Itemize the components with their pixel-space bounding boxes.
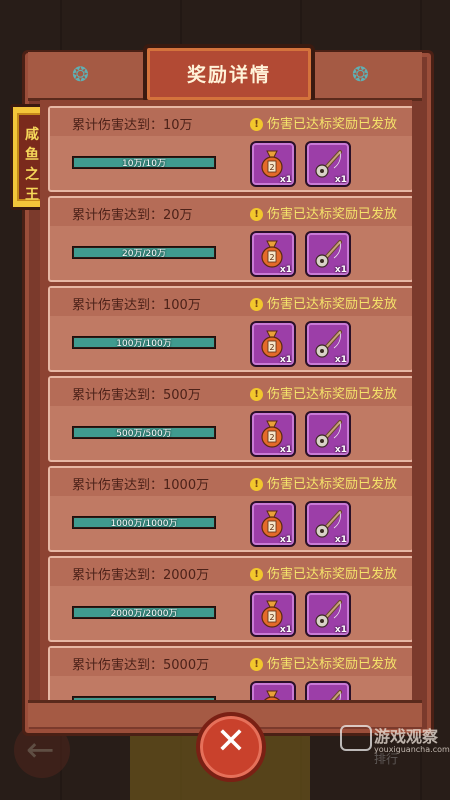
reward-slot[interactable]: 2 x1 [250, 141, 296, 187]
progress-text: 1000万/1000万 [110, 519, 178, 529]
reward-slot[interactable]: 2 x1 [250, 411, 296, 457]
reward-tier-row: 累计伤害达到：500万 ! 伤害已达标奖励已发放 500万/500万 2 x1 [48, 376, 412, 462]
gold-bag-icon: 2 [261, 600, 283, 628]
requirement-text: 累计伤害达到：100万 [72, 298, 201, 313]
reward-slot[interactable]: x1 [305, 591, 351, 637]
svg-text:2: 2 [269, 253, 274, 262]
reward-slot[interactable]: 2 x1 [250, 591, 296, 637]
requirement-text: 累计伤害达到：5000万 [72, 658, 210, 673]
requirement-text: 累计伤害达到：500万 [72, 388, 201, 403]
reward-tier-row: 累计伤害达到：100万 ! 伤害已达标奖励已发放 100万/100万 2 x1 [48, 286, 412, 372]
gold-bag-icon: 2 [261, 510, 283, 538]
status-text: ! 伤害已达标奖励已发放 [250, 563, 397, 582]
requirement-text: 累计伤害达到：20万 [72, 208, 193, 223]
reward-count: x1 [279, 355, 292, 365]
close-button[interactable]: ✕ [196, 712, 266, 782]
title-plate: 奖励详情 [143, 44, 315, 104]
status-label: 伤害已达标奖励已发放 [267, 207, 398, 222]
fishing-rod-icon [330, 690, 342, 700]
reward-tier-row: 累计伤害达到：10万 ! 伤害已达标奖励已发放 10万/10万 2 x1 x1 [48, 106, 412, 192]
info-icon: ! [250, 208, 263, 221]
reward-count: x1 [279, 445, 292, 455]
svg-text:2: 2 [269, 613, 274, 622]
reward-slot[interactable]: 2 x1 [250, 231, 296, 277]
status-label: 伤害已达标奖励已发放 [267, 297, 398, 312]
damage-progress-bar: 500万/500万 [72, 426, 216, 439]
status-text: ! 伤害已达标奖励已发放 [250, 203, 397, 222]
reward-slot[interactable] [305, 681, 351, 700]
status-label: 伤害已达标奖励已发放 [267, 477, 398, 492]
reward-count: x1 [334, 175, 347, 185]
progress-text: 10万/10万 [122, 159, 166, 169]
reward-tier-row: 累计伤害达到：1000万 ! 伤害已达标奖励已发放 1000万/1000万 2 x… [48, 466, 412, 552]
reward-count: x1 [334, 625, 347, 635]
info-icon: ! [250, 658, 263, 671]
status-label: 伤害已达标奖励已发放 [267, 117, 398, 132]
info-icon: ! [250, 568, 263, 581]
svg-text:2: 2 [269, 523, 274, 532]
damage-progress-bar: 20万/20万 [72, 246, 216, 259]
status-text: ! 伤害已达标奖励已发放 [250, 383, 397, 402]
reward-count: x1 [334, 445, 347, 455]
reward-slot[interactable]: x1 [305, 141, 351, 187]
watermark-name: 游戏观察 [374, 727, 439, 746]
damage-progress-bar: 2000万/2000万 [72, 606, 216, 619]
status-text: ! 伤害已达标奖励已发放 [250, 473, 397, 492]
reward-count: x1 [334, 355, 347, 365]
reward-slot[interactable]: 2 x1 [250, 321, 296, 367]
status-label: 伤害已达标奖励已发放 [267, 387, 398, 402]
status-text: ! 伤害已达标奖励已发放 [250, 293, 397, 312]
reward-slot[interactable]: x1 [305, 231, 351, 277]
reward-count: x1 [334, 265, 347, 275]
reward-count: x1 [279, 265, 292, 275]
dialog-title: 奖励详情 [186, 64, 271, 86]
svg-text:2: 2 [269, 343, 274, 352]
progress-text: 2000万/2000万 [110, 609, 178, 619]
close-icon: ✕ [215, 721, 247, 762]
status-text: ! 伤害已达标奖励已发放 [250, 653, 397, 672]
damage-progress-bar: 10万/10万 [72, 156, 216, 169]
progress-text: 100万/100万 [116, 339, 172, 349]
reward-count: x1 [279, 625, 292, 635]
progress-text: 20万/20万 [122, 249, 166, 259]
fish-emblem-icon: ❂ [352, 62, 369, 86]
requirement-text: 累计伤害达到：1000万 [72, 478, 210, 493]
svg-text:2: 2 [269, 433, 274, 442]
info-icon: ! [250, 118, 263, 131]
status-label: 伤害已达标奖励已发放 [267, 567, 398, 582]
gold-bag-icon: 2 [261, 330, 283, 358]
requirement-text: 累计伤害达到：2000万 [72, 568, 210, 583]
reward-slot[interactable]: 2 [250, 681, 296, 700]
info-icon: ! [250, 478, 263, 491]
damage-progress-bar: 1000万/1000万 [72, 516, 216, 529]
requirement-text: 累计伤害达到：10万 [72, 118, 193, 133]
reward-slot[interactable]: 2 x1 [250, 501, 296, 547]
info-icon: ! [250, 298, 263, 311]
reward-tier-row: 累计伤害达到：2000万 ! 伤害已达标奖励已发放 2000万/2000万 2 x… [48, 556, 412, 642]
damage-progress-bar: 100万/100万 [72, 336, 216, 349]
reward-count: x1 [279, 535, 292, 545]
gold-bag-icon: 2 [261, 150, 283, 178]
svg-text:2: 2 [269, 163, 274, 172]
status-text: ! 伤害已达标奖励已发放 [250, 113, 397, 132]
progress-text: 500万/500万 [116, 429, 172, 439]
watermark: 游戏观察 youxiguancha.com [340, 723, 450, 763]
reward-slot[interactable]: x1 [305, 411, 351, 457]
gold-bag-icon: 2 [261, 240, 283, 268]
status-label: 伤害已达标奖励已发放 [267, 657, 398, 672]
info-icon: ! [250, 388, 263, 401]
reward-tier-row: 累计伤害达到：20万 ! 伤害已达标奖励已发放 20万/20万 2 x1 x1 [48, 196, 412, 282]
reward-list[interactable]: 累计伤害达到：10万 ! 伤害已达标奖励已发放 10万/10万 2 x1 x1 [40, 100, 412, 700]
watermark-logo-icon [340, 725, 372, 751]
reward-tier-row: 累计伤害达到：5000万 ! 伤害已达标奖励已发放 2 [48, 646, 412, 700]
gold-bag-icon: 2 [264, 690, 280, 700]
reward-slot[interactable]: x1 [305, 501, 351, 547]
gold-bag-icon: 2 [261, 420, 283, 448]
reward-count: x1 [279, 175, 292, 185]
reward-count: x1 [334, 535, 347, 545]
reward-slot[interactable]: x1 [305, 321, 351, 367]
fish-emblem-icon: ❂ [72, 62, 89, 86]
watermark-url: youxiguancha.com [374, 745, 450, 754]
